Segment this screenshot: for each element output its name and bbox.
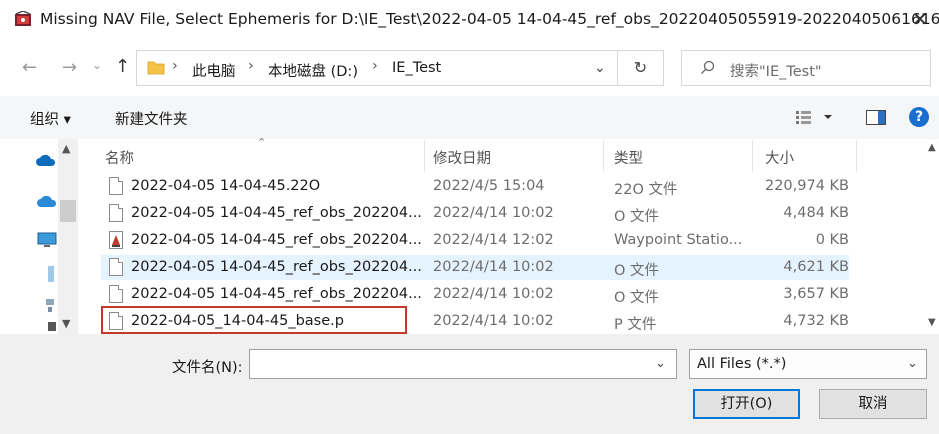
app-icon: [15, 11, 31, 26]
cancel-button[interactable]: 取消: [819, 389, 927, 419]
preview-pane-icon[interactable]: [866, 110, 886, 125]
file-size: 3,657 KB: [783, 286, 849, 302]
forward-button[interactable]: →: [62, 57, 77, 78]
file-date: 2022/4/14 10:02: [433, 205, 554, 221]
file-name: 2022-04-05 14-04-45_ref_obs_202204...: [131, 286, 422, 302]
file-row[interactable]: 2022-04-05 14-04-45_ref_obs_202204... 20…: [101, 201, 849, 226]
file-type: P 文件: [614, 317, 657, 333]
file-type: Waypoint Statio...: [614, 232, 743, 248]
file-row[interactable]: 2022-04-05 14-04-45_ref_obs_202204... 20…: [101, 228, 849, 253]
breadcrumb-ie-test[interactable]: IE_Test: [392, 60, 441, 76]
file-name: 2022-04-05 14-04-45.22O: [131, 178, 321, 194]
nav-scrollbar[interactable]: [58, 139, 78, 334]
file-icon: [109, 258, 123, 276]
nav-scroll-down-icon[interactable]: ▼: [62, 317, 70, 330]
drive-icon[interactable]: [47, 265, 55, 283]
column-header-date[interactable]: 修改日期: [433, 147, 491, 168]
file-icon: [109, 177, 123, 195]
help-icon[interactable]: ?: [909, 107, 929, 127]
refresh-button[interactable]: ↻: [618, 50, 664, 86]
file-name: 2022-04-05 14-04-45_ref_obs_202204...: [131, 259, 422, 275]
file-row[interactable]: 2022-04-05 14-04-45.22O 2022/4/5 15:04 2…: [101, 174, 849, 199]
column-divider[interactable]: [424, 140, 425, 172]
file-icon: [109, 204, 123, 222]
sort-indicator-icon: ⌃: [257, 136, 267, 149]
file-type: O 文件: [614, 263, 660, 279]
column-divider[interactable]: [603, 140, 604, 172]
breadcrumb-local-disk[interactable]: 本地磁盘 (D:): [268, 60, 358, 81]
list-scroll-up-icon[interactable]: ▲: [928, 142, 936, 153]
breadcrumb-separator: ›: [372, 58, 378, 74]
back-button[interactable]: ←: [22, 57, 37, 78]
nav-scroll-up-icon[interactable]: ▲: [62, 142, 70, 155]
file-date: 2022/4/14 10:02: [433, 286, 554, 302]
network-icon[interactable]: [45, 297, 55, 313]
nav-scrollbar-thumb[interactable]: [60, 200, 76, 222]
file-size: 4,732 KB: [783, 313, 849, 329]
column-header-size[interactable]: 大小: [765, 147, 794, 168]
view-options-icon[interactable]: [796, 110, 840, 124]
filename-label: 文件名(N):: [172, 360, 243, 376]
up-button[interactable]: ↑: [115, 56, 130, 77]
file-date: 2022/4/5 15:04: [433, 178, 545, 194]
filename-dropdown-icon[interactable]: ⌄: [655, 356, 666, 371]
highlight-box: [101, 306, 407, 334]
address-dropdown-button[interactable]: ⌄: [594, 60, 606, 76]
column-divider[interactable]: [856, 140, 857, 172]
file-name: 2022-04-05 14-04-45_ref_obs_202204...: [131, 232, 422, 248]
recent-locations-button[interactable]: ⌄: [92, 58, 102, 72]
library-icon[interactable]: [48, 322, 56, 331]
folder-icon: [147, 61, 165, 75]
search-placeholder: 搜索"IE_Test": [730, 64, 822, 80]
breadcrumb-this-pc[interactable]: 此电脑: [192, 60, 236, 81]
file-row-selected[interactable]: 2022-04-05 14-04-45_ref_obs_202204... 20…: [101, 255, 849, 280]
breadcrumb-separator: ›: [248, 58, 254, 74]
list-scroll-down-icon[interactable]: ▼: [928, 317, 936, 328]
onedrive-personal-icon[interactable]: [37, 194, 57, 208]
new-folder-button[interactable]: 新建文件夹: [115, 108, 188, 129]
filetype-dropdown-icon[interactable]: ⌄: [907, 356, 918, 371]
window-title: Missing NAV File, Select Ephemeris for D…: [40, 10, 939, 28]
organize-button[interactable]: 组织 ▾: [30, 108, 71, 129]
file-date: 2022/4/14 10:02: [433, 313, 554, 329]
file-type: O 文件: [614, 209, 660, 225]
file-size: 4,621 KB: [783, 259, 849, 275]
file-type: O 文件: [614, 290, 660, 306]
column-divider[interactable]: [752, 140, 753, 172]
this-pc-icon[interactable]: [37, 232, 57, 248]
open-button[interactable]: 打开(O): [693, 389, 800, 419]
close-button[interactable]: ✕: [905, 5, 935, 33]
column-header-type[interactable]: 类型: [614, 147, 643, 168]
file-size: 220,974 KB: [764, 178, 849, 194]
filetype-value: All Files (*.*): [697, 356, 787, 372]
file-date: 2022/4/14 12:02: [433, 232, 554, 248]
search-icon: [701, 60, 715, 74]
onedrive-icon[interactable]: [36, 153, 56, 167]
file-icon: [109, 285, 123, 303]
file-type: 22O 文件: [614, 182, 678, 198]
file-size: 0 KB: [815, 232, 849, 248]
file-size: 4,484 KB: [783, 205, 849, 221]
file-name: 2022-04-05 14-04-45_ref_obs_202204...: [131, 205, 422, 221]
waypoint-file-icon: [109, 231, 123, 249]
file-row[interactable]: 2022-04-05 14-04-45_ref_obs_202204... 20…: [101, 282, 849, 307]
file-date: 2022/4/14 10:02: [433, 259, 554, 275]
filename-input[interactable]: [249, 349, 677, 379]
breadcrumb-separator: ›: [172, 58, 178, 74]
column-header-name[interactable]: 名称: [105, 147, 134, 168]
